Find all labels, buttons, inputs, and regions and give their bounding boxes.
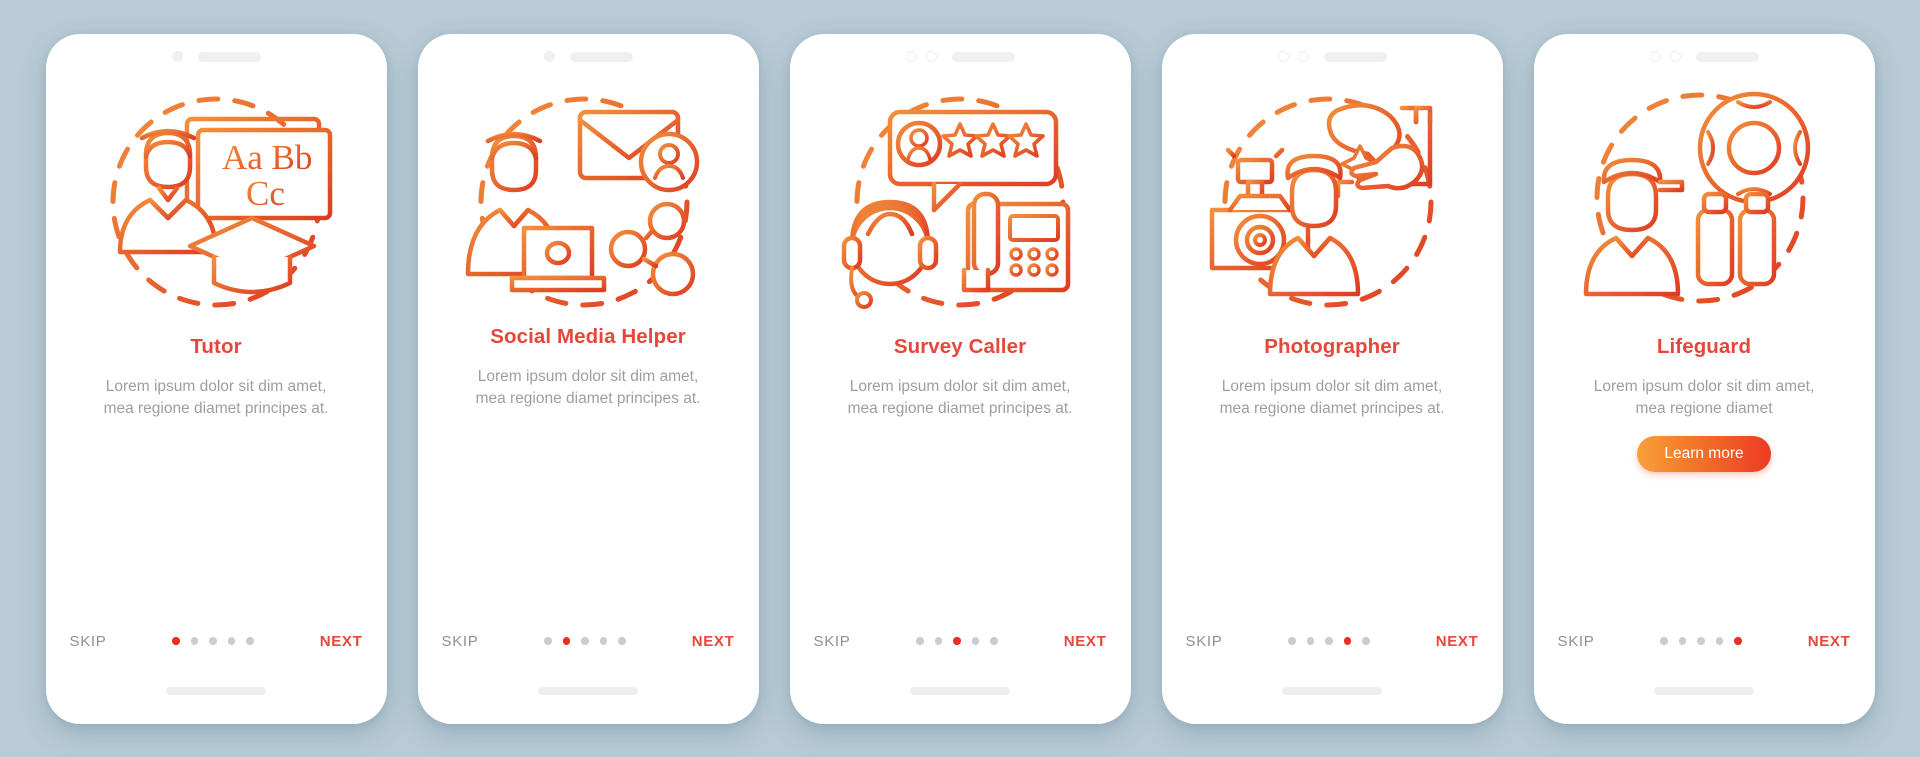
page-dot-1[interactable] [1660, 637, 1668, 645]
next-button[interactable]: NEXT [1808, 633, 1851, 650]
learn-more-container: Learn more [1534, 435, 1875, 472]
speaker-grill [1323, 51, 1387, 62]
screen-description: Lorem ipsum dolor sit dim amet, mea regi… [475, 367, 701, 407]
screen-description: Lorem ipsum dolor sit dim amet, mea regi… [1593, 377, 1815, 417]
pager-row: SKIP NEXT [1534, 633, 1875, 650]
onboarding-screen-photographer: Photographer Lorem ipsum dolor sit dim am… [1161, 33, 1503, 724]
home-indicator[interactable] [910, 686, 1010, 695]
pager-row: SKIP NEXT [1162, 633, 1503, 650]
status-bar [418, 34, 759, 80]
screen-description: Lorem ipsum dolor sit dim amet, mea regi… [1219, 377, 1445, 417]
survey-caller-illustration [830, 86, 1090, 318]
onboarding-screen-social-media-helper: Social Media Helper Lorem ipsum dolor sit… [417, 33, 759, 724]
page-dot-4[interactable] [1715, 637, 1724, 645]
page-dot-3[interactable] [209, 637, 217, 645]
pager-row: SKIP NEXT [418, 633, 759, 650]
page-dot-4[interactable] [227, 637, 236, 645]
onboarding-screen-lifeguard: Lifeguard Lorem ipsum dolor sit dim amet,… [1533, 33, 1875, 724]
sensor-ring-icon [1669, 51, 1681, 62]
page-dots [1594, 637, 1807, 645]
next-button[interactable]: NEXT [1436, 633, 1479, 650]
status-bar [790, 34, 1131, 80]
page-dots [106, 637, 319, 645]
svg-text:Cc: Cc [246, 174, 285, 213]
skip-button[interactable]: SKIP [1558, 633, 1595, 650]
camera-dot-icon [543, 51, 555, 62]
page-dot-2[interactable] [190, 637, 199, 645]
next-button[interactable]: NEXT [320, 633, 363, 650]
page-dot-1[interactable] [544, 637, 552, 645]
page-dot-4[interactable] [971, 637, 980, 645]
photographer-illustration [1202, 86, 1462, 318]
status-bar [1162, 34, 1503, 80]
next-button[interactable]: NEXT [1064, 633, 1107, 650]
pager-row: SKIP NEXT [790, 633, 1131, 650]
home-indicator[interactable] [166, 686, 266, 695]
speaker-grill [569, 51, 633, 62]
screen-title: Social Media Helper [490, 324, 686, 348]
learn-more-button[interactable]: Learn more [1637, 435, 1771, 472]
skip-button[interactable]: SKIP [814, 633, 851, 650]
onboarding-screens-row: Aa Bb Cc Tutor Lorem ipsum dolor sit dim … [45, 33, 1875, 724]
screen-title: Photographer [1264, 334, 1400, 358]
svg-text:Aa Bb: Aa Bb [222, 138, 312, 177]
home-indicator[interactable] [538, 686, 638, 695]
page-dot-1-active[interactable] [172, 637, 180, 645]
status-bar [46, 34, 387, 80]
camera-dot-icon [171, 51, 183, 62]
page-dot-5[interactable] [618, 637, 626, 645]
page-dots [478, 637, 691, 645]
page-dot-1[interactable] [916, 637, 924, 645]
screen-title: Survey Caller [893, 334, 1027, 358]
home-indicator[interactable] [1282, 686, 1382, 695]
page-dots [850, 637, 1063, 645]
skip-button[interactable]: SKIP [442, 633, 479, 650]
status-bar [1534, 34, 1875, 80]
skip-button[interactable]: SKIP [1186, 633, 1223, 650]
page-dot-2-active[interactable] [562, 637, 571, 645]
speaker-grill [951, 51, 1015, 62]
tutor-illustration: Aa Bb Cc [86, 86, 346, 318]
camera-ring-icon [1649, 51, 1661, 62]
page-dot-5[interactable] [990, 637, 998, 645]
page-dot-1[interactable] [1288, 637, 1296, 645]
social-media-illustration [458, 86, 718, 318]
lifeguard-illustration [1574, 86, 1834, 318]
skip-button[interactable]: SKIP [70, 633, 107, 650]
page-dot-3-active[interactable] [953, 637, 961, 645]
camera-ring-icon [1277, 51, 1289, 62]
camera-ring-icon [905, 51, 917, 62]
page-dot-2[interactable] [1306, 637, 1315, 645]
speaker-grill [197, 51, 261, 62]
page-dot-5[interactable] [246, 637, 254, 645]
sensor-ring-icon [1297, 51, 1309, 62]
page-dot-5-active[interactable] [1734, 637, 1742, 645]
page-dots [1222, 637, 1435, 645]
onboarding-screen-survey-caller: Survey Caller Lorem ipsum dolor sit dim a… [789, 33, 1131, 724]
speaker-grill [1695, 51, 1759, 62]
page-dot-2[interactable] [1678, 637, 1687, 645]
home-indicator[interactable] [1654, 686, 1754, 695]
page-dot-2[interactable] [934, 637, 943, 645]
screen-title: Lifeguard [1656, 334, 1752, 358]
screen-description: Lorem ipsum dolor sit dim amet, mea regi… [103, 377, 329, 417]
onboarding-screen-tutor: Aa Bb Cc Tutor Lorem ipsum dolor sit dim … [45, 33, 387, 724]
page-dot-3[interactable] [581, 637, 589, 645]
page-dot-5[interactable] [1362, 637, 1370, 645]
page-dot-3[interactable] [1325, 637, 1333, 645]
screen-description: Lorem ipsum dolor sit dim amet, mea regi… [847, 377, 1073, 417]
pager-row: SKIP NEXT [46, 633, 387, 650]
screen-title: Tutor [190, 334, 242, 358]
next-button[interactable]: NEXT [692, 633, 735, 650]
page-dot-3[interactable] [1697, 637, 1705, 645]
sensor-ring-icon [925, 51, 937, 62]
page-dot-4-active[interactable] [1343, 637, 1352, 645]
page-dot-4[interactable] [599, 637, 608, 645]
